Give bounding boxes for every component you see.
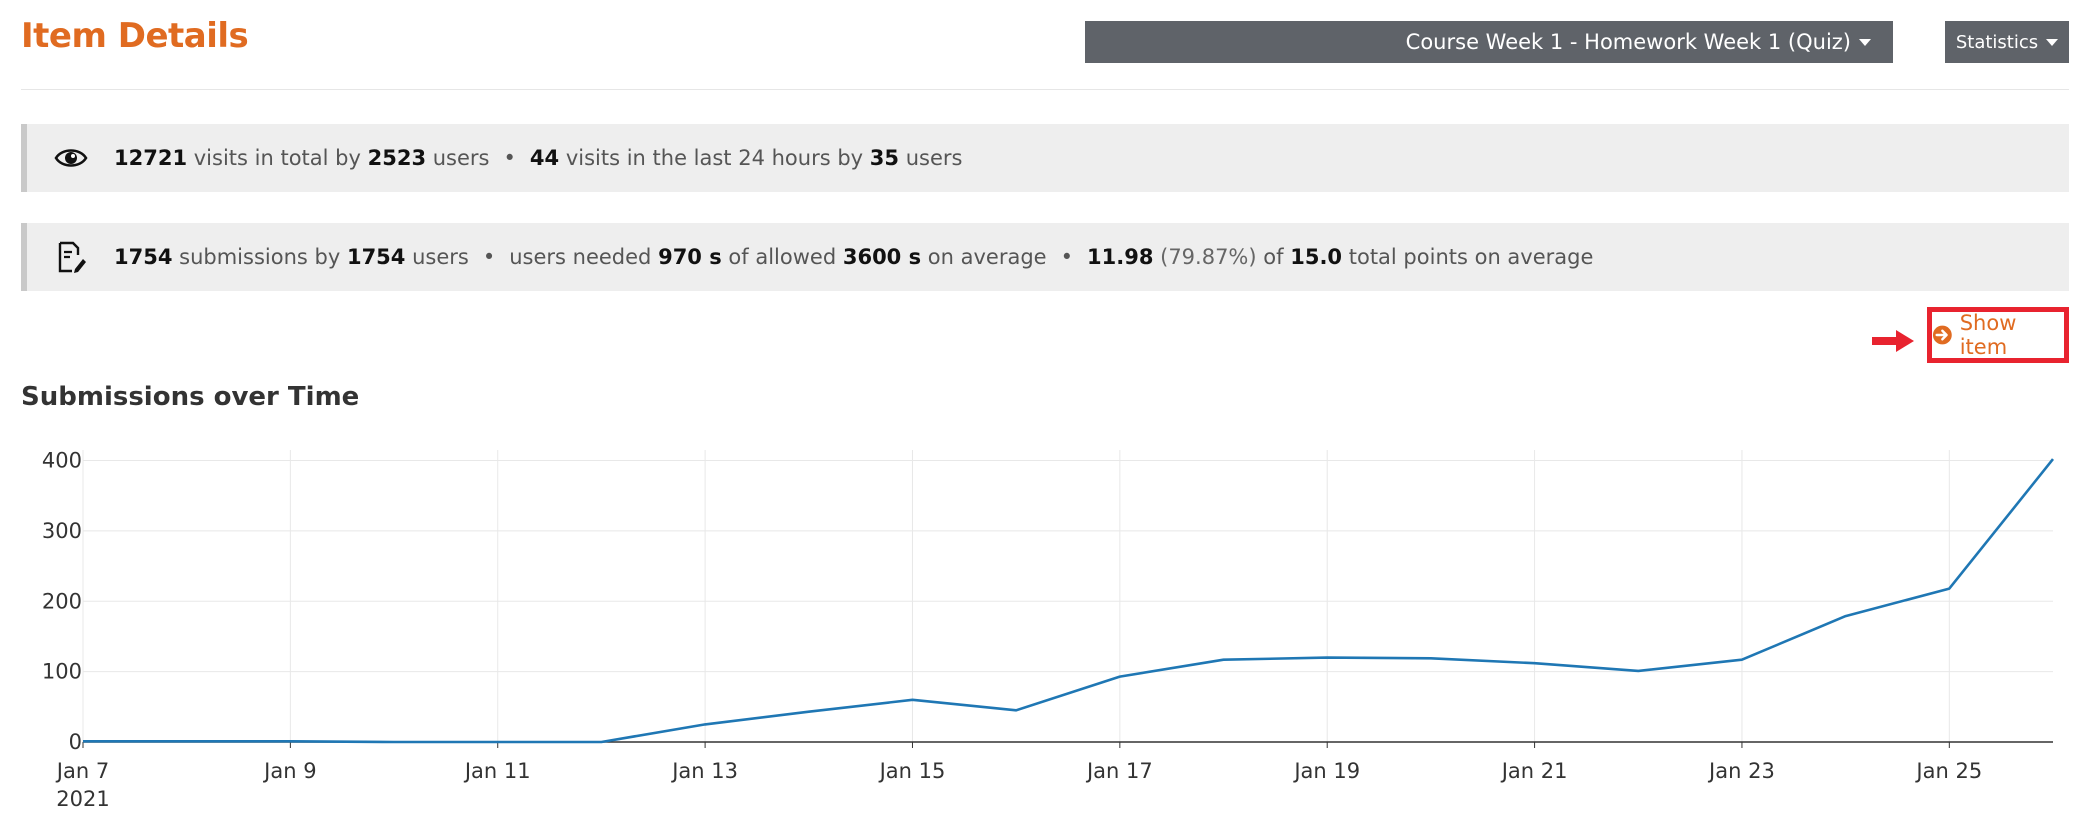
of-text: of <box>1263 245 1284 269</box>
x-tick-label: Jan 11 <box>463 759 531 783</box>
total-visits-count: 12721 <box>114 146 188 170</box>
y-tick-label: 100 <box>42 660 82 684</box>
x-tick-label: Jan 19 <box>1292 759 1360 783</box>
needed-time: 970 s <box>658 245 722 269</box>
x-tick-label: Jan 15 <box>878 759 946 783</box>
users-needed-text: users needed <box>509 245 652 269</box>
submissions-line-chart: 0 100 200 300 400 Jan 7 Jan 9 Jan 11 Jan 13 Jan 1… <box>42 449 2055 811</box>
annotation-arrow-icon <box>1872 330 1914 352</box>
chart-series <box>83 458 2055 744</box>
y-tick-label: 300 <box>42 519 82 543</box>
average-percent: (79.87%) <box>1160 245 1257 269</box>
course-item-dropdown-label: Course Week 1 - Homework Week 1 (Quiz) <box>1405 30 1851 54</box>
caret-down-icon <box>2046 38 2059 46</box>
recent-users-count: 35 <box>869 146 900 170</box>
page-title: Item Details <box>21 16 249 56</box>
course-item-dropdown[interactable]: Course Week 1 - Homework Week 1 (Quiz) <box>1085 21 1893 63</box>
chart-axes: 0 100 200 300 400 Jan 7 Jan 9 Jan 11 Jan 13 Jan 1… <box>42 449 2053 811</box>
allowed-time: 3600 s <box>842 245 922 269</box>
arrow-circle-right-icon <box>1932 325 1952 345</box>
y-tick-label: 0 <box>69 730 82 754</box>
separator-dot: • <box>482 245 496 269</box>
x-tick-label: Jan 25 <box>1914 759 1982 783</box>
header-divider <box>21 89 2069 90</box>
chart-section-title: Submissions over Time <box>21 382 360 412</box>
statistics-dropdown[interactable]: Statistics <box>1945 21 2069 63</box>
x-tick-label: Jan 9 <box>262 759 316 783</box>
statistics-dropdown-label: Statistics <box>1955 31 2039 53</box>
submissions-by-text: submissions by <box>179 245 341 269</box>
x-tick-label: Jan 17 <box>1085 759 1153 783</box>
x-tick-label: Jan 21 <box>1500 759 1568 783</box>
x-tick-label: Jan 13 <box>670 759 738 783</box>
submissions-count: 1754 <box>114 245 173 269</box>
chart-grid <box>82 450 2053 742</box>
x-tick-label: Jan 7 <box>55 759 109 783</box>
y-tick-label: 200 <box>42 589 82 613</box>
separator-dot: • <box>1060 245 1073 269</box>
x-tick-label: Jan 23 <box>1707 759 1775 783</box>
recent-visits-text: visits in the last 24 hours by <box>565 146 864 170</box>
visits-summary-bar: 12721 visits in total by 2523 users • 44… <box>21 124 2069 192</box>
eye-icon <box>54 149 88 167</box>
average-points: 11.98 <box>1087 245 1154 269</box>
recent-visits-count: 44 <box>529 146 560 170</box>
separator-dot: • <box>503 146 516 170</box>
caret-down-icon <box>1859 38 1871 46</box>
total-points-average-text: total points on average <box>1348 245 1594 269</box>
edit-document-icon <box>58 241 86 273</box>
total-points: 15.0 <box>1290 245 1343 269</box>
of-allowed-text: of allowed <box>728 245 837 269</box>
submissions-summary-bar: 1754 submissions by 1754 users • users n… <box>21 223 2069 291</box>
users-text: users <box>412 245 469 269</box>
users-text: users <box>905 146 963 170</box>
total-users-count: 2523 <box>367 146 427 170</box>
on-average-text: on average <box>927 245 1047 269</box>
show-item-link[interactable]: Show item <box>1927 307 2069 363</box>
y-tick-label: 400 <box>42 449 82 473</box>
visits-total-text: visits in total by <box>193 146 361 170</box>
x-tick-year-label: 2021 <box>56 787 109 811</box>
submissions-series-line <box>83 458 2055 744</box>
users-text: users <box>432 146 490 170</box>
show-item-label: Show item <box>1959 311 2017 359</box>
submitting-users-count: 1754 <box>346 245 406 269</box>
